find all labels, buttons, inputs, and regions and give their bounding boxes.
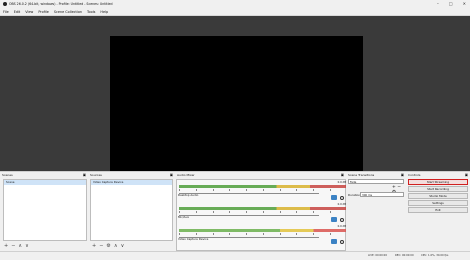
gear-icon[interactable]	[340, 239, 344, 244]
add-icon[interactable]: +	[92, 243, 96, 249]
menu-file[interactable]: File	[3, 8, 9, 15]
sources-list[interactable]: Video Capture Device	[90, 179, 173, 241]
channel-db: 0.0 dB	[337, 181, 346, 184]
channel-db: 0.0 dB	[337, 203, 346, 206]
menu-help[interactable]: Help	[100, 8, 108, 15]
dock-float-icon[interactable]: ▣	[170, 172, 173, 178]
scene-transitions-dock: Scene Transitions ▣ Fade + − ⚙ Duration …	[346, 172, 406, 252]
controls-dock-title: Controls ▣	[406, 172, 470, 178]
channel-db: 0.0 dB	[337, 225, 346, 228]
meter-ticks	[179, 211, 347, 213]
channel-controls	[331, 195, 344, 200]
speaker-icon[interactable]	[331, 239, 337, 244]
scenes-dock: Scenes ▣ Scene + − ∧ ∨	[0, 172, 88, 252]
sources-dock: Sources ▣ Video Capture Device + − ⚙ ∧ ∨	[88, 172, 175, 252]
dock-float-icon[interactable]: ▣	[465, 172, 468, 178]
menu-bar: File Edit View Profile Scene Collection …	[0, 8, 470, 16]
menu-view[interactable]: View	[25, 8, 33, 15]
dock-float-icon[interactable]: ▣	[341, 172, 344, 178]
obs-logo-icon	[3, 2, 7, 6]
mixer-channel: Video Capture Device 0.0 dB	[178, 225, 348, 247]
controls-title: Controls	[408, 173, 421, 177]
dock-float-icon[interactable]: ▣	[401, 172, 404, 178]
volume-meter	[179, 207, 347, 210]
channel-controls	[331, 217, 344, 222]
preview-canvas[interactable]	[110, 36, 363, 183]
menu-tools[interactable]: Tools	[87, 8, 95, 15]
volume-slider[interactable]	[179, 215, 319, 216]
window-title: OBS 26.0.2 (64-bit, windows) - Profile: …	[9, 2, 113, 6]
mixer-channel: Mic/Aux 0.0 dB	[178, 203, 348, 225]
menu-edit[interactable]: Edit	[14, 8, 21, 15]
volume-meter	[179, 229, 347, 232]
preview-area	[0, 16, 470, 183]
move-down-icon[interactable]: ∨	[25, 243, 29, 249]
sources-controls: + − ⚙ ∧ ∨	[92, 243, 124, 249]
studio-mode-button[interactable]: Studio Mode	[408, 193, 468, 199]
scenes-title: Scenes	[2, 173, 13, 177]
gear-icon[interactable]	[340, 195, 344, 200]
remove-icon[interactable]: −	[397, 185, 401, 190]
maximize-icon[interactable]: □	[449, 0, 453, 8]
sources-dock-title: Sources ▣	[88, 172, 175, 178]
transition-select[interactable]: Fade	[348, 179, 404, 184]
speaker-icon[interactable]	[331, 217, 337, 222]
start-recording-button[interactable]: Start Recording	[408, 186, 468, 192]
title-bar: OBS 26.0.2 (64-bit, windows) - Profile: …	[0, 0, 470, 8]
duration-input[interactable]: 300 ms	[360, 192, 404, 197]
settings-button[interactable]: Settings	[408, 200, 468, 206]
menu-scene-collection[interactable]: Scene Collection	[54, 8, 82, 15]
gear-icon[interactable]	[340, 217, 344, 222]
add-icon[interactable]: +	[4, 243, 8, 249]
dock-float-icon[interactable]: ▣	[83, 172, 86, 178]
volume-meter	[179, 185, 347, 188]
start-streaming-button[interactable]: Start Streaming	[408, 179, 468, 185]
scenes-dock-title: Scenes ▣	[0, 172, 88, 178]
move-up-icon[interactable]: ∧	[18, 243, 22, 249]
remove-icon[interactable]: −	[11, 243, 15, 249]
exit-button[interactable]: Exit	[408, 207, 468, 213]
channel-controls	[331, 239, 344, 244]
remove-icon[interactable]: −	[99, 243, 103, 249]
source-item[interactable]: Video Capture Device	[91, 180, 172, 185]
gear-icon[interactable]: ⚙	[106, 243, 110, 249]
meter-ticks	[179, 189, 347, 191]
move-down-icon[interactable]: ∨	[121, 243, 125, 249]
close-icon[interactable]: ✕	[463, 0, 466, 8]
sources-title: Sources	[90, 173, 102, 177]
transitions-title: Scene Transitions	[348, 173, 375, 177]
transitions-dock-title: Scene Transitions ▣	[346, 172, 406, 178]
scene-item[interactable]: Scene	[4, 180, 86, 185]
dock-area: Scenes ▣ Scene + − ∧ ∨ Sources ▣ Video C…	[0, 171, 470, 252]
scenes-controls: + − ∧ ∨	[4, 243, 29, 249]
speaker-icon[interactable]	[331, 195, 337, 200]
audio-mixer-dock: Audio Mixer ▣ Desktop Audio 0.0 dB Mic/A…	[175, 172, 348, 252]
mixer-channel: Desktop Audio 0.0 dB	[178, 181, 348, 203]
volume-slider[interactable]	[179, 193, 319, 194]
duration-label: Duration	[348, 193, 361, 197]
audio-mixer-title: Audio Mixer	[177, 173, 195, 177]
minimize-icon[interactable]: –	[437, 0, 439, 8]
window-controls: – □ ✕	[437, 0, 466, 8]
volume-slider[interactable]	[179, 237, 319, 238]
menu-profile[interactable]: Profile	[38, 8, 49, 15]
meter-ticks	[179, 233, 347, 235]
move-up-icon[interactable]: ∧	[114, 243, 118, 249]
scenes-list[interactable]: Scene	[3, 179, 87, 241]
audio-mixer-dock-title: Audio Mixer ▣	[175, 172, 346, 178]
mixer-panel: Desktop Audio 0.0 dB Mic/Aux 0.0 dB Vide…	[176, 179, 348, 251]
